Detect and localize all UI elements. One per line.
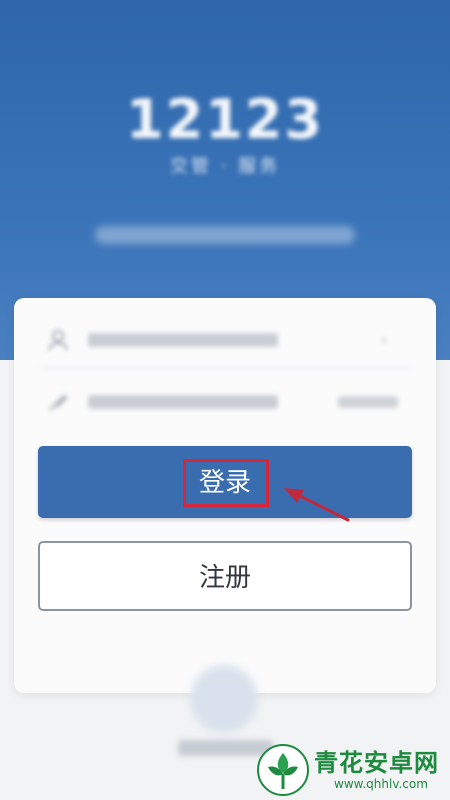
app-subtitle: 交管 · 服务	[169, 156, 281, 177]
watermark-logo-icon	[257, 744, 309, 796]
header-decoration	[95, 226, 355, 244]
app-name: 12123	[126, 88, 324, 151]
password-field[interactable]	[30, 380, 420, 424]
field-divider	[40, 367, 410, 368]
lock-icon	[46, 390, 70, 414]
pointer-arrow-icon	[284, 488, 350, 522]
register-button-label: 注册	[198, 562, 251, 592]
forgot-password-link[interactable]	[338, 396, 398, 408]
watermark: 青花安卓网 www.qhhlv.com	[256, 740, 450, 800]
watermark-name: 青花安卓网	[314, 749, 439, 777]
password-placeholder	[88, 395, 278, 409]
login-highlight-box	[183, 459, 269, 507]
account-placeholder	[88, 333, 278, 347]
third-party-login-icon[interactable]	[190, 665, 258, 733]
account-field[interactable]: ⌄	[30, 318, 420, 368]
register-button[interactable]: 注册	[38, 541, 412, 611]
user-icon	[46, 328, 70, 352]
chevron-down-icon[interactable]: ⌄	[378, 330, 394, 346]
watermark-url: www.qhhlv.com	[334, 777, 428, 791]
